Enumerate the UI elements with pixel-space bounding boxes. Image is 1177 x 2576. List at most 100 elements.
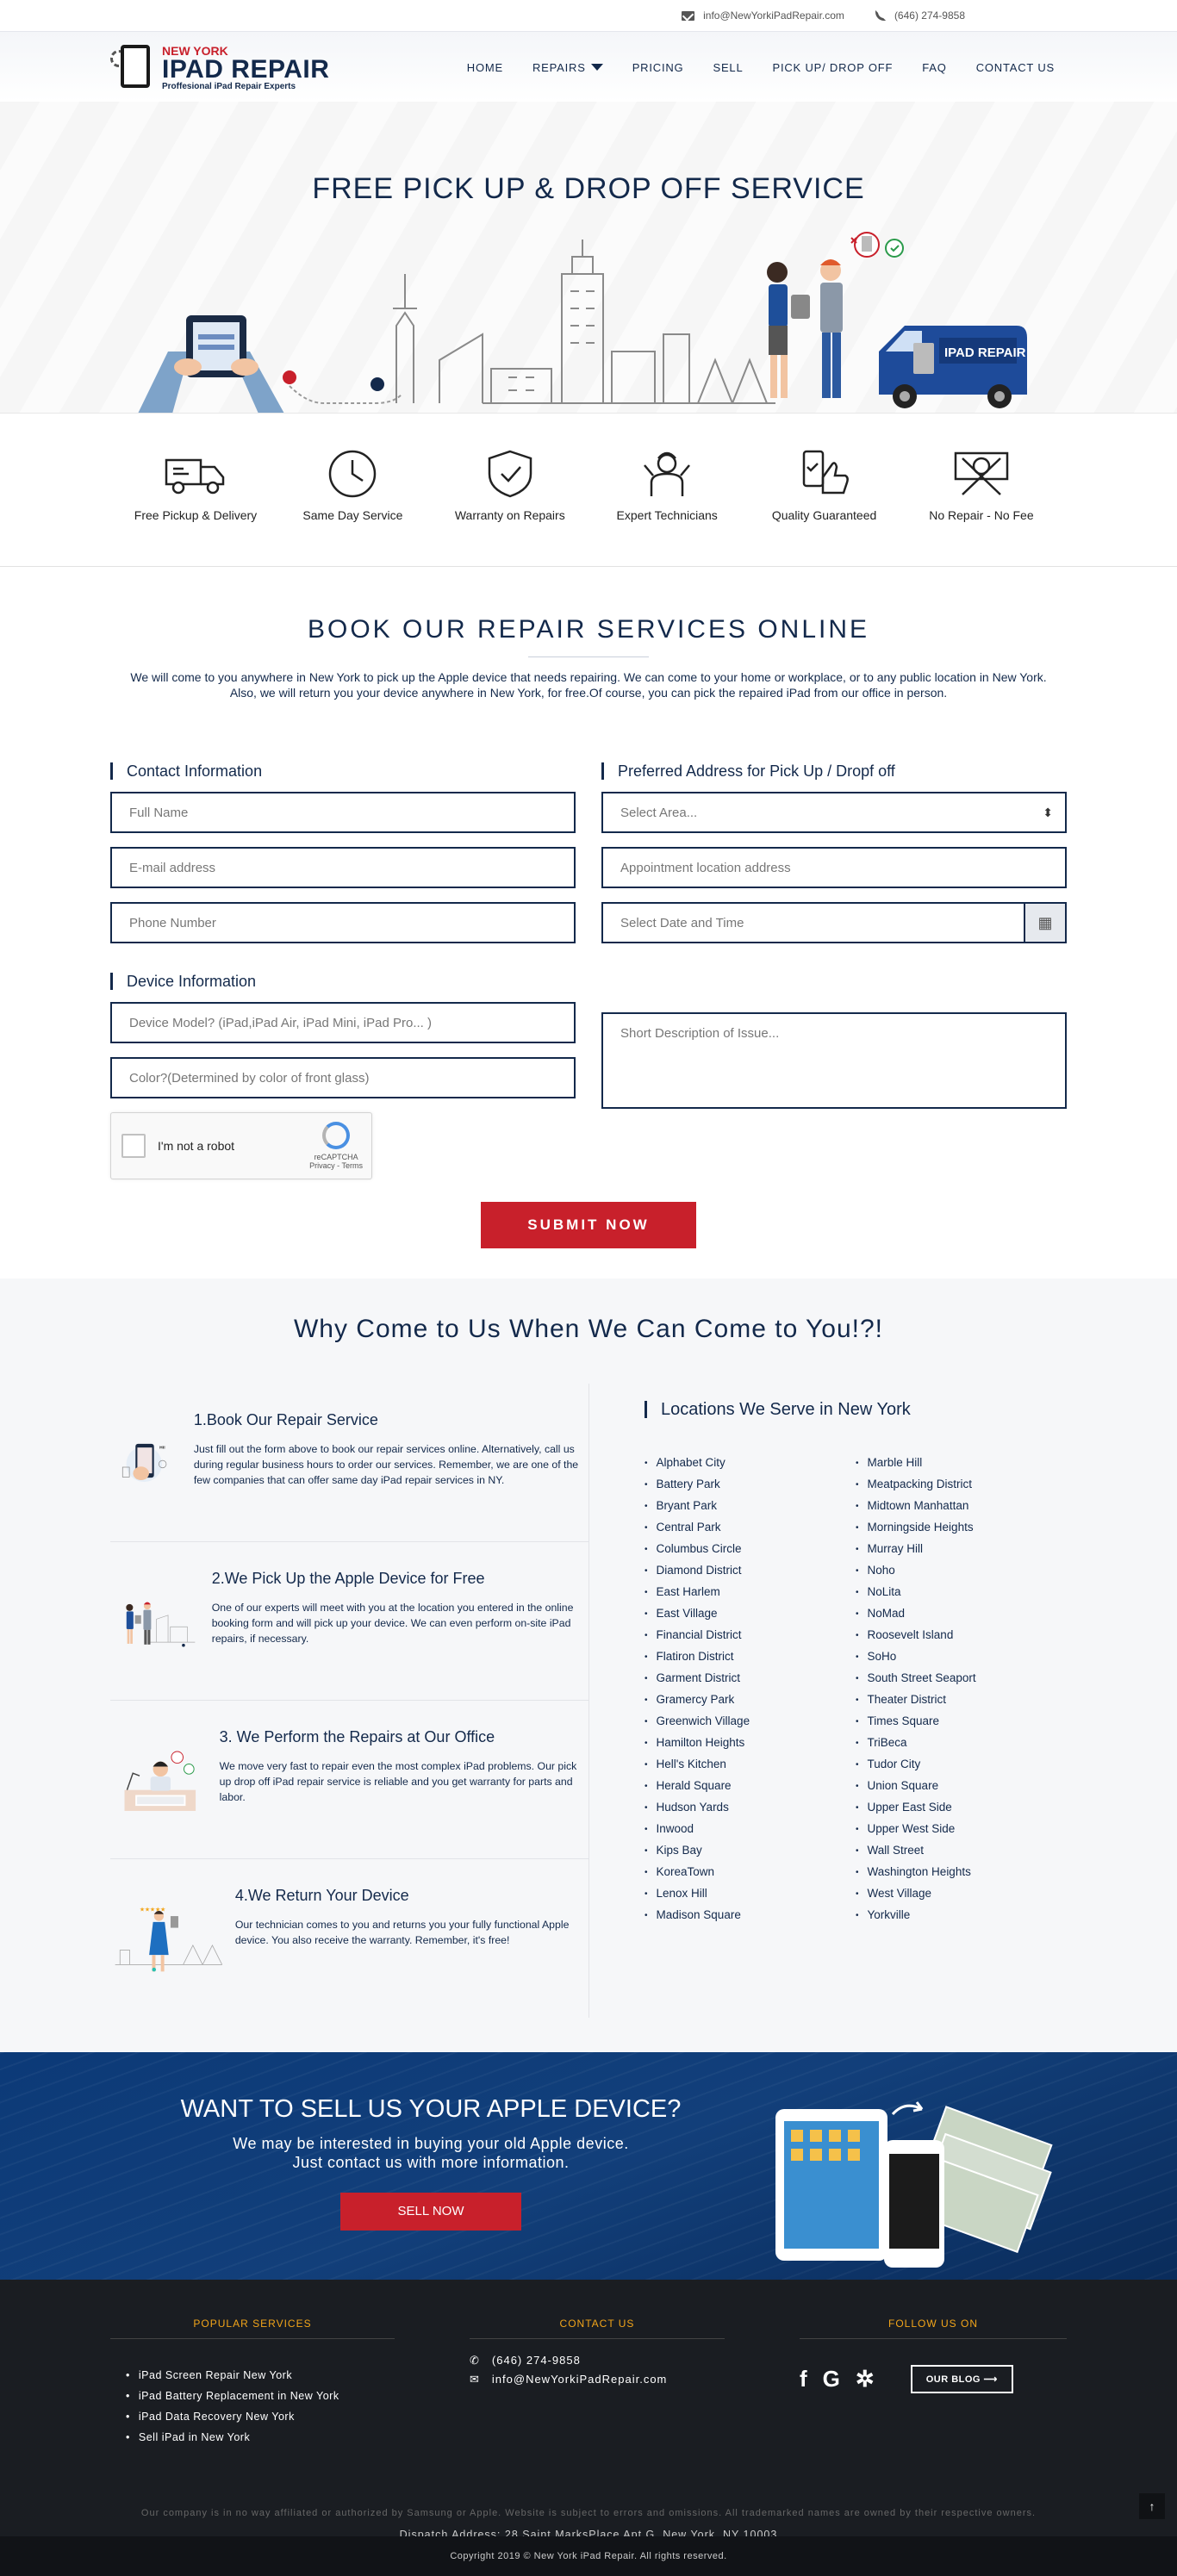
- recaptcha-links[interactable]: Privacy - Terms: [309, 1161, 363, 1170]
- location-item[interactable]: Gramercy Park: [645, 1689, 856, 1711]
- location-item[interactable]: Diamond District: [645, 1560, 856, 1582]
- location-item[interactable]: Marble Hill: [856, 1453, 1067, 1474]
- footer-email[interactable]: ✉ info@NewYorkiPadRepair.com: [470, 2370, 725, 2389]
- nav-home[interactable]: HOME: [467, 61, 503, 74]
- hands-tablet-illustration: [138, 315, 284, 413]
- location-address-input[interactable]: Appointment location address: [601, 847, 1067, 888]
- footer-phone-text[interactable]: (646) 274-9858: [492, 2351, 581, 2370]
- issue-description-textarea[interactable]: Short Description of Issue...: [601, 1012, 1067, 1109]
- footer-link[interactable]: iPad Screen Repair New York: [126, 2365, 395, 2386]
- location-item[interactable]: Battery Park: [645, 1474, 856, 1496]
- location-item[interactable]: SoHo: [856, 1646, 1067, 1668]
- hero-title: FREE PICK UP & DROP OFF SERVICE: [312, 172, 865, 205]
- location-item[interactable]: Morningside Heights: [856, 1517, 1067, 1539]
- footer-link[interactable]: iPad Battery Replacement in New York: [126, 2386, 395, 2406]
- device-model-input[interactable]: Device Model? (iPad,iPad Air, iPad Mini,…: [110, 1002, 576, 1043]
- location-item[interactable]: TriBeca: [856, 1733, 1067, 1754]
- google-icon[interactable]: G: [823, 2366, 840, 2392]
- email-input[interactable]: E-mail address: [110, 847, 576, 888]
- phone-icon: [875, 10, 886, 21]
- our-blog-button[interactable]: OUR BLOG ⟶: [910, 2365, 1013, 2393]
- location-item[interactable]: Upper East Side: [856, 1797, 1067, 1819]
- topbar-phone[interactable]: (646) 274-9858: [875, 9, 965, 22]
- submit-button[interactable]: SUBMIT NOW: [481, 1202, 696, 1248]
- location-item[interactable]: Financial District: [645, 1625, 856, 1646]
- nav-repairs[interactable]: REPAIRS: [532, 61, 603, 74]
- thumbs-up-icon: [802, 450, 849, 495]
- footer-link[interactable]: iPad Data Recovery New York: [126, 2406, 395, 2427]
- location-item[interactable]: Flatiron District: [645, 1646, 856, 1668]
- site-logo[interactable]: NEW YORK IPAD REPAIR Proffesional iPad R…: [110, 43, 329, 91]
- location-item[interactable]: Hamilton Heights: [645, 1733, 856, 1754]
- location-item[interactable]: South Street Seaport: [856, 1668, 1067, 1689]
- step-title: 2.We Pick Up the Apple Device for Free: [211, 1570, 485, 1587]
- nav-faq[interactable]: FAQ: [922, 61, 946, 74]
- city-skyline-illustration: [393, 240, 775, 404]
- our-blog-label: OUR BLOG: [925, 2374, 981, 2385]
- location-item[interactable]: Hell's Kitchen: [645, 1754, 856, 1776]
- location-item[interactable]: Hudson Yards: [645, 1797, 856, 1819]
- location-item[interactable]: Yorkville: [856, 1905, 1067, 1926]
- location-item[interactable]: Roosevelt Island: [856, 1625, 1067, 1646]
- nav-sell[interactable]: SELL: [713, 61, 743, 74]
- location-item[interactable]: Greenwich Village: [645, 1711, 856, 1733]
- area-select[interactable]: Select Area...: [601, 792, 1067, 833]
- footer-link[interactable]: Sell iPad in New York: [126, 2427, 395, 2448]
- location-item[interactable]: East Harlem: [645, 1582, 856, 1603]
- location-item[interactable]: Lenox Hill: [645, 1883, 856, 1905]
- delivery-van-illustration: IPAD REPAIR: [879, 326, 1027, 408]
- features-strip: Free Pickup & Delivery Same Day Service …: [0, 414, 1177, 567]
- location-item[interactable]: Inwood: [645, 1819, 856, 1840]
- nav-pickup-dropoff[interactable]: PICK UP/ DROP OFF: [772, 61, 893, 74]
- location-item[interactable]: Bryant Park: [645, 1496, 856, 1517]
- location-item[interactable]: Columbus Circle: [645, 1539, 856, 1560]
- facebook-icon[interactable]: f: [800, 2366, 807, 2392]
- location-item[interactable]: Union Square: [856, 1776, 1067, 1797]
- back-to-top-button[interactable]: ↑: [1139, 2493, 1165, 2519]
- popular-services: POPULAR SERVICES iPad Screen Repair New …: [110, 2318, 395, 2448]
- location-item[interactable]: Times Square: [856, 1711, 1067, 1733]
- topbar-phone-text[interactable]: (646) 274-9858: [894, 9, 965, 22]
- location-item[interactable]: Noho: [856, 1560, 1067, 1582]
- location-item[interactable]: Wall Street: [856, 1840, 1067, 1862]
- location-item[interactable]: Madison Square: [645, 1905, 856, 1926]
- location-item[interactable]: Kips Bay: [645, 1840, 856, 1862]
- location-item[interactable]: Upper West Side: [856, 1819, 1067, 1840]
- datetime-input[interactable]: Select Date and Time ▦: [601, 902, 1067, 943]
- location-item[interactable]: Theater District: [856, 1689, 1067, 1711]
- arrow-icon: [891, 2101, 924, 2116]
- location-item[interactable]: Central Park: [645, 1517, 856, 1539]
- location-item[interactable]: Midtown Manhattan: [856, 1496, 1067, 1517]
- topbar-email[interactable]: info@NewYorkiPadRepair.com: [682, 9, 844, 22]
- location-item[interactable]: Murray Hill: [856, 1539, 1067, 1560]
- location-item[interactable]: Washington Heights: [856, 1862, 1067, 1883]
- step-title: 1.Book Our Repair Service: [193, 1411, 378, 1428]
- calendar-icon[interactable]: ▦: [1024, 904, 1065, 942]
- nav-pricing[interactable]: PRICING: [632, 61, 684, 74]
- topbar-email-text[interactable]: info@NewYorkiPadRepair.com: [703, 9, 844, 22]
- nav-contact[interactable]: CONTACT US: [976, 61, 1055, 74]
- full-name-input[interactable]: Full Name: [110, 792, 576, 833]
- why-title: Why Come to Us When We Can Come to You!?…: [293, 1315, 884, 1343]
- feature-label: Quality Guaranteed: [771, 508, 877, 522]
- location-item[interactable]: Garment District: [645, 1668, 856, 1689]
- location-item[interactable]: Alphabet City: [645, 1453, 856, 1474]
- sell-now-button[interactable]: SELL NOW: [340, 2193, 521, 2231]
- location-item[interactable]: KoreaTown: [645, 1862, 856, 1883]
- location-item[interactable]: Meatpacking District: [856, 1474, 1067, 1496]
- step-item: HI! 1.Book Our Repair Service Just fill …: [110, 1384, 588, 1542]
- footer-email-text[interactable]: info@NewYorkiPadRepair.com: [492, 2370, 667, 2389]
- yelp-icon[interactable]: ✲: [856, 2366, 875, 2392]
- location-item[interactable]: East Village: [645, 1603, 856, 1625]
- footer-contact: CONTACT US ✆ (646) 274-9858 ✉ info@NewYork…: [470, 2318, 725, 2448]
- recaptcha-checkbox[interactable]: [121, 1134, 146, 1158]
- location-item[interactable]: Herald Square: [645, 1776, 856, 1797]
- footer-phone[interactable]: ✆ (646) 274-9858: [470, 2351, 725, 2370]
- location-item[interactable]: NoLita: [856, 1582, 1067, 1603]
- location-item[interactable]: Tudor City: [856, 1754, 1067, 1776]
- location-item[interactable]: West Village: [856, 1883, 1067, 1905]
- location-item[interactable]: NoMad: [856, 1603, 1067, 1625]
- phone-input[interactable]: Phone Number: [110, 902, 576, 943]
- device-color-input[interactable]: Color?(Determined by color of front glas…: [110, 1057, 576, 1098]
- feature-label: Warranty on Repairs: [454, 508, 565, 522]
